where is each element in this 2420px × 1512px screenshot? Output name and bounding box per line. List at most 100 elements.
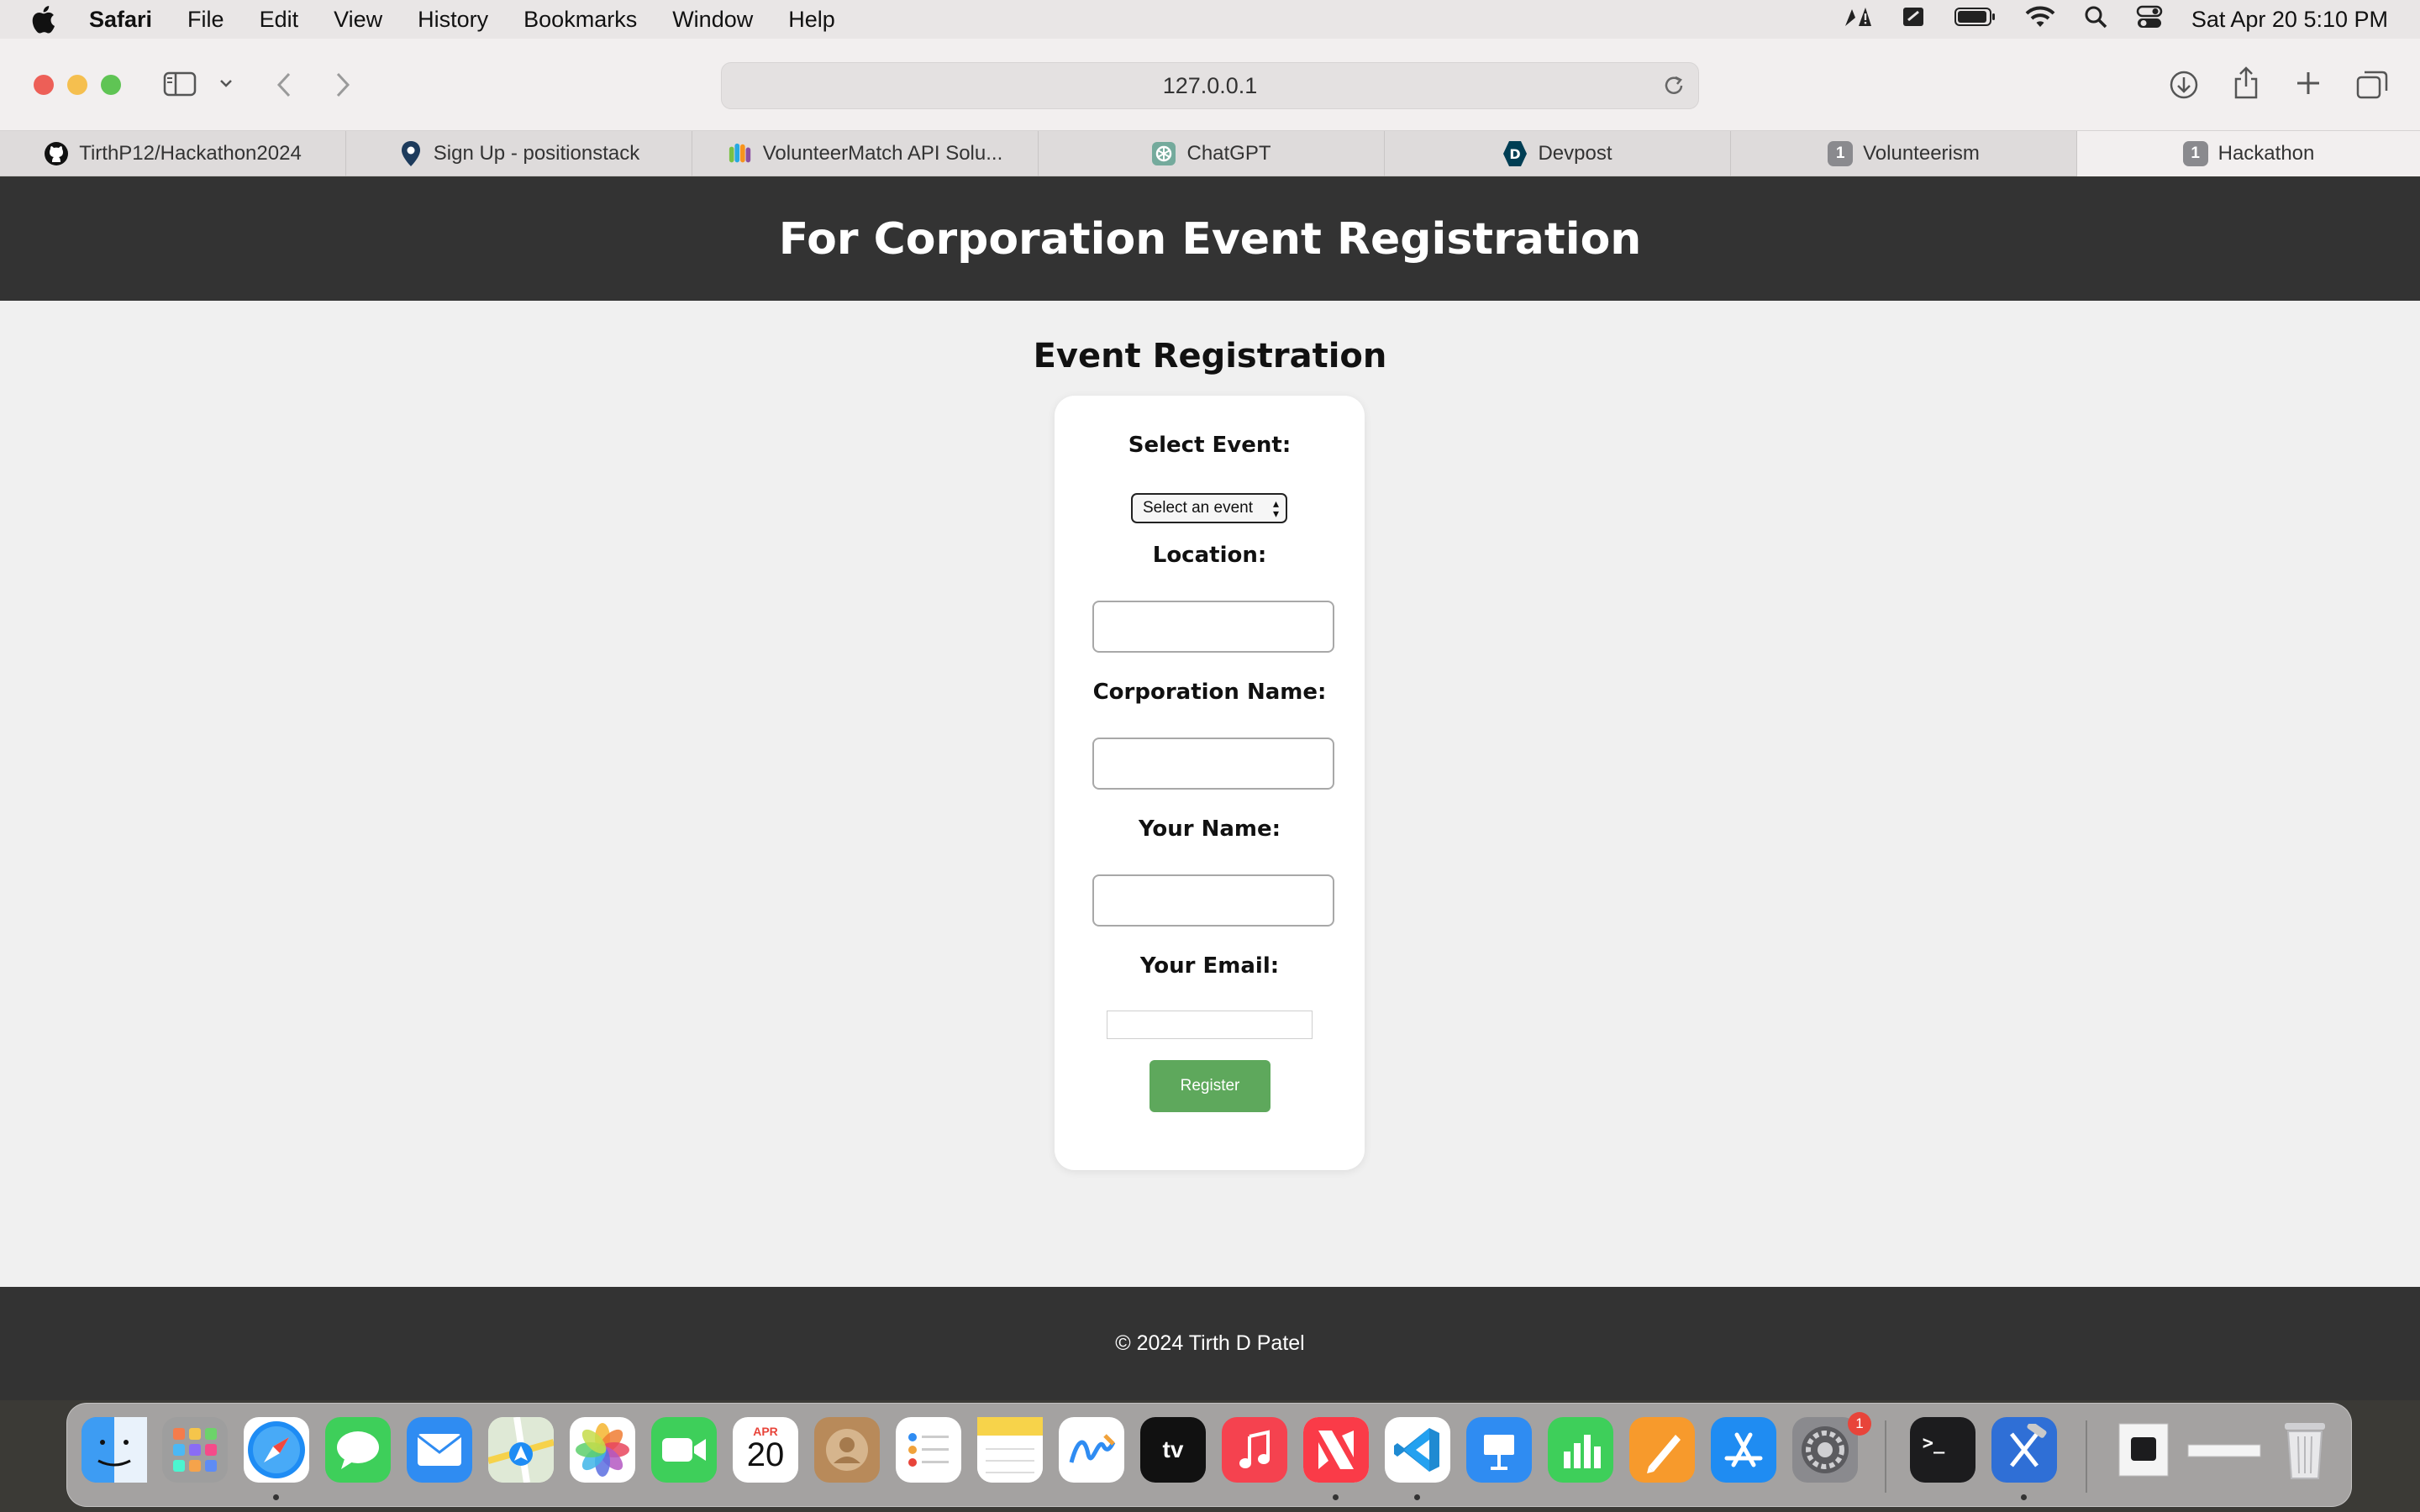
downloads-icon[interactable] xyxy=(2168,69,2200,101)
terminal-icon[interactable]: >_ xyxy=(1910,1417,1975,1483)
macos-dock: APR 20 tv 1 >_ xyxy=(66,1403,2352,1507)
tab-label: VolunteerMatch API Solu... xyxy=(762,142,1003,165)
forward-arrow-icon[interactable] xyxy=(331,71,355,99)
launchpad-icon[interactable] xyxy=(162,1417,228,1483)
reload-icon[interactable] xyxy=(1661,73,1686,104)
tab-badge: 1 xyxy=(2182,141,2208,166)
trash-icon[interactable] xyxy=(2272,1417,2338,1483)
apple-menu-icon[interactable] xyxy=(30,5,64,34)
music-icon[interactable] xyxy=(1222,1417,1287,1483)
browser-toolbar: 127.0.0.1 xyxy=(0,39,2420,131)
url-text[interactable]: 127.0.0.1 xyxy=(1163,73,1258,99)
registration-form-card: Select Event: Select an event ▴ ▾ Locatio… xyxy=(1055,396,1365,1170)
your-email-input[interactable] xyxy=(1107,1011,1313,1039)
location-input[interactable] xyxy=(1092,601,1334,653)
freeform-icon[interactable] xyxy=(1059,1417,1124,1483)
macos-menu-bar: Safari File Edit View History Bookmarks … xyxy=(0,0,2420,39)
control-center-icon[interactable] xyxy=(2136,4,2163,35)
keynote-icon[interactable] xyxy=(1466,1417,1532,1483)
close-window-button[interactable] xyxy=(34,75,54,95)
select-event-label: Select Event: xyxy=(1128,433,1292,458)
your-name-label: Your Name: xyxy=(1138,816,1281,842)
running-indicator xyxy=(273,1494,279,1500)
zoom-window-button[interactable] xyxy=(101,75,121,95)
location-label: Location: xyxy=(1152,543,1267,568)
tab-hackathon-active[interactable]: 1 Hackathon xyxy=(2077,131,2420,176)
menu-edit[interactable]: Edit xyxy=(260,7,299,33)
menu-app-name[interactable]: Safari xyxy=(89,7,152,33)
app-store-icon[interactable] xyxy=(1711,1417,1776,1483)
tab-label: Devpost xyxy=(1538,142,1612,165)
numbers-icon[interactable] xyxy=(1548,1417,1613,1483)
tab-label: Volunteerism xyxy=(1863,142,1980,165)
tab-positionstack[interactable]: Sign Up - positionstack xyxy=(346,131,692,176)
safari-dock-icon[interactable] xyxy=(244,1417,309,1483)
wifi-icon[interactable] xyxy=(2025,5,2055,34)
contacts-icon[interactable] xyxy=(814,1417,880,1483)
messages-icon[interactable] xyxy=(325,1417,391,1483)
pages-icon[interactable] xyxy=(1629,1417,1695,1483)
menu-bookmarks[interactable]: Bookmarks xyxy=(523,7,637,33)
number-badge-icon: 1 xyxy=(2182,141,2208,166)
page-footer: © 2024 Tirth D Patel xyxy=(0,1287,2420,1400)
vscode-icon[interactable] xyxy=(1385,1417,1450,1483)
tab-chatgpt[interactable]: ChatGPT xyxy=(1039,131,1385,176)
calendar-icon[interactable]: APR 20 xyxy=(733,1417,798,1483)
tab-volunteermatch[interactable]: VolunteerMatch API Solu... xyxy=(692,131,1039,176)
register-button[interactable]: Register xyxy=(1150,1060,1270,1112)
minimize-window-button[interactable] xyxy=(67,75,87,95)
dock-separator xyxy=(2086,1420,2087,1493)
tab-devpost[interactable]: D Devpost xyxy=(1385,131,1731,176)
spotlight-search-icon[interactable] xyxy=(2084,5,2107,34)
mail-icon[interactable] xyxy=(407,1417,472,1483)
tab-overview-icon[interactable] xyxy=(2356,69,2388,99)
tab-label: Hackathon xyxy=(2217,142,2315,165)
notes-icon[interactable] xyxy=(977,1417,1043,1483)
footer-copyright: © 2024 Tirth D Patel xyxy=(1115,1331,1305,1355)
facetime-icon[interactable] xyxy=(651,1417,717,1483)
your-email-label: Your Email: xyxy=(1139,953,1280,979)
address-bar[interactable]: 127.0.0.1 xyxy=(721,62,1699,109)
tab-label: Sign Up - positionstack xyxy=(433,142,640,165)
sidebar-toggle-icon[interactable] xyxy=(163,71,197,97)
back-arrow-icon[interactable] xyxy=(272,71,296,99)
running-indicator xyxy=(1333,1494,1339,1500)
menu-window[interactable]: Window xyxy=(672,7,753,33)
your-name-input[interactable] xyxy=(1092,874,1334,927)
new-tab-plus-icon[interactable] xyxy=(2294,69,2323,97)
menu-file[interactable]: File xyxy=(187,7,224,33)
calendar-day: 20 xyxy=(746,1436,785,1473)
xcode-icon[interactable] xyxy=(1991,1417,2057,1483)
tab-bar: TirthP12/Hackathon2024 Sign Up - positio… xyxy=(0,131,2420,176)
recent-window-thumbnail-icon[interactable] xyxy=(2186,1417,2262,1483)
page-header-title: For Corporation Event Registration xyxy=(778,213,1642,265)
tab-label: ChatGPT xyxy=(1186,142,1271,165)
tab-label: TirthP12/Hackathon2024 xyxy=(79,142,302,165)
reminders-icon[interactable] xyxy=(896,1417,961,1483)
maps-icon[interactable] xyxy=(488,1417,554,1483)
running-indicator xyxy=(2021,1494,2027,1500)
chevron-down-icon[interactable] xyxy=(218,77,234,89)
photos-icon[interactable] xyxy=(570,1417,635,1483)
battery-icon[interactable] xyxy=(1954,7,1996,33)
menu-help[interactable]: Help xyxy=(788,7,835,33)
settings-notification-badge: 1 xyxy=(1848,1412,1871,1436)
recent-window-thumbnail-icon[interactable] xyxy=(2111,1417,2176,1483)
corporation-name-label: Corporation Name: xyxy=(1092,680,1327,705)
apple-tv-icon[interactable]: tv xyxy=(1140,1417,1206,1483)
menu-history[interactable]: History xyxy=(418,7,488,33)
finder-icon[interactable] xyxy=(82,1417,147,1483)
corporation-name-input[interactable] xyxy=(1092,738,1334,790)
menu-view[interactable]: View xyxy=(334,7,382,33)
vpn-warning-icon[interactable] xyxy=(1842,4,1872,35)
tab-volunteerism[interactable]: 1 Volunteerism xyxy=(1731,131,2077,176)
screen-mirroring-icon[interactable] xyxy=(1901,5,1926,34)
event-select[interactable]: Select an event ▴ ▾ xyxy=(1131,493,1287,523)
map-pin-icon xyxy=(398,141,424,166)
tab-github[interactable]: TirthP12/Hackathon2024 xyxy=(0,131,346,176)
running-indicator xyxy=(1414,1494,1420,1500)
news-icon[interactable] xyxy=(1303,1417,1369,1483)
menubar-clock[interactable]: Sat Apr 20 5:10 PM xyxy=(2191,7,2388,33)
share-icon[interactable] xyxy=(2232,66,2260,101)
terminal-prompt-glyph: >_ xyxy=(1922,1432,1945,1454)
